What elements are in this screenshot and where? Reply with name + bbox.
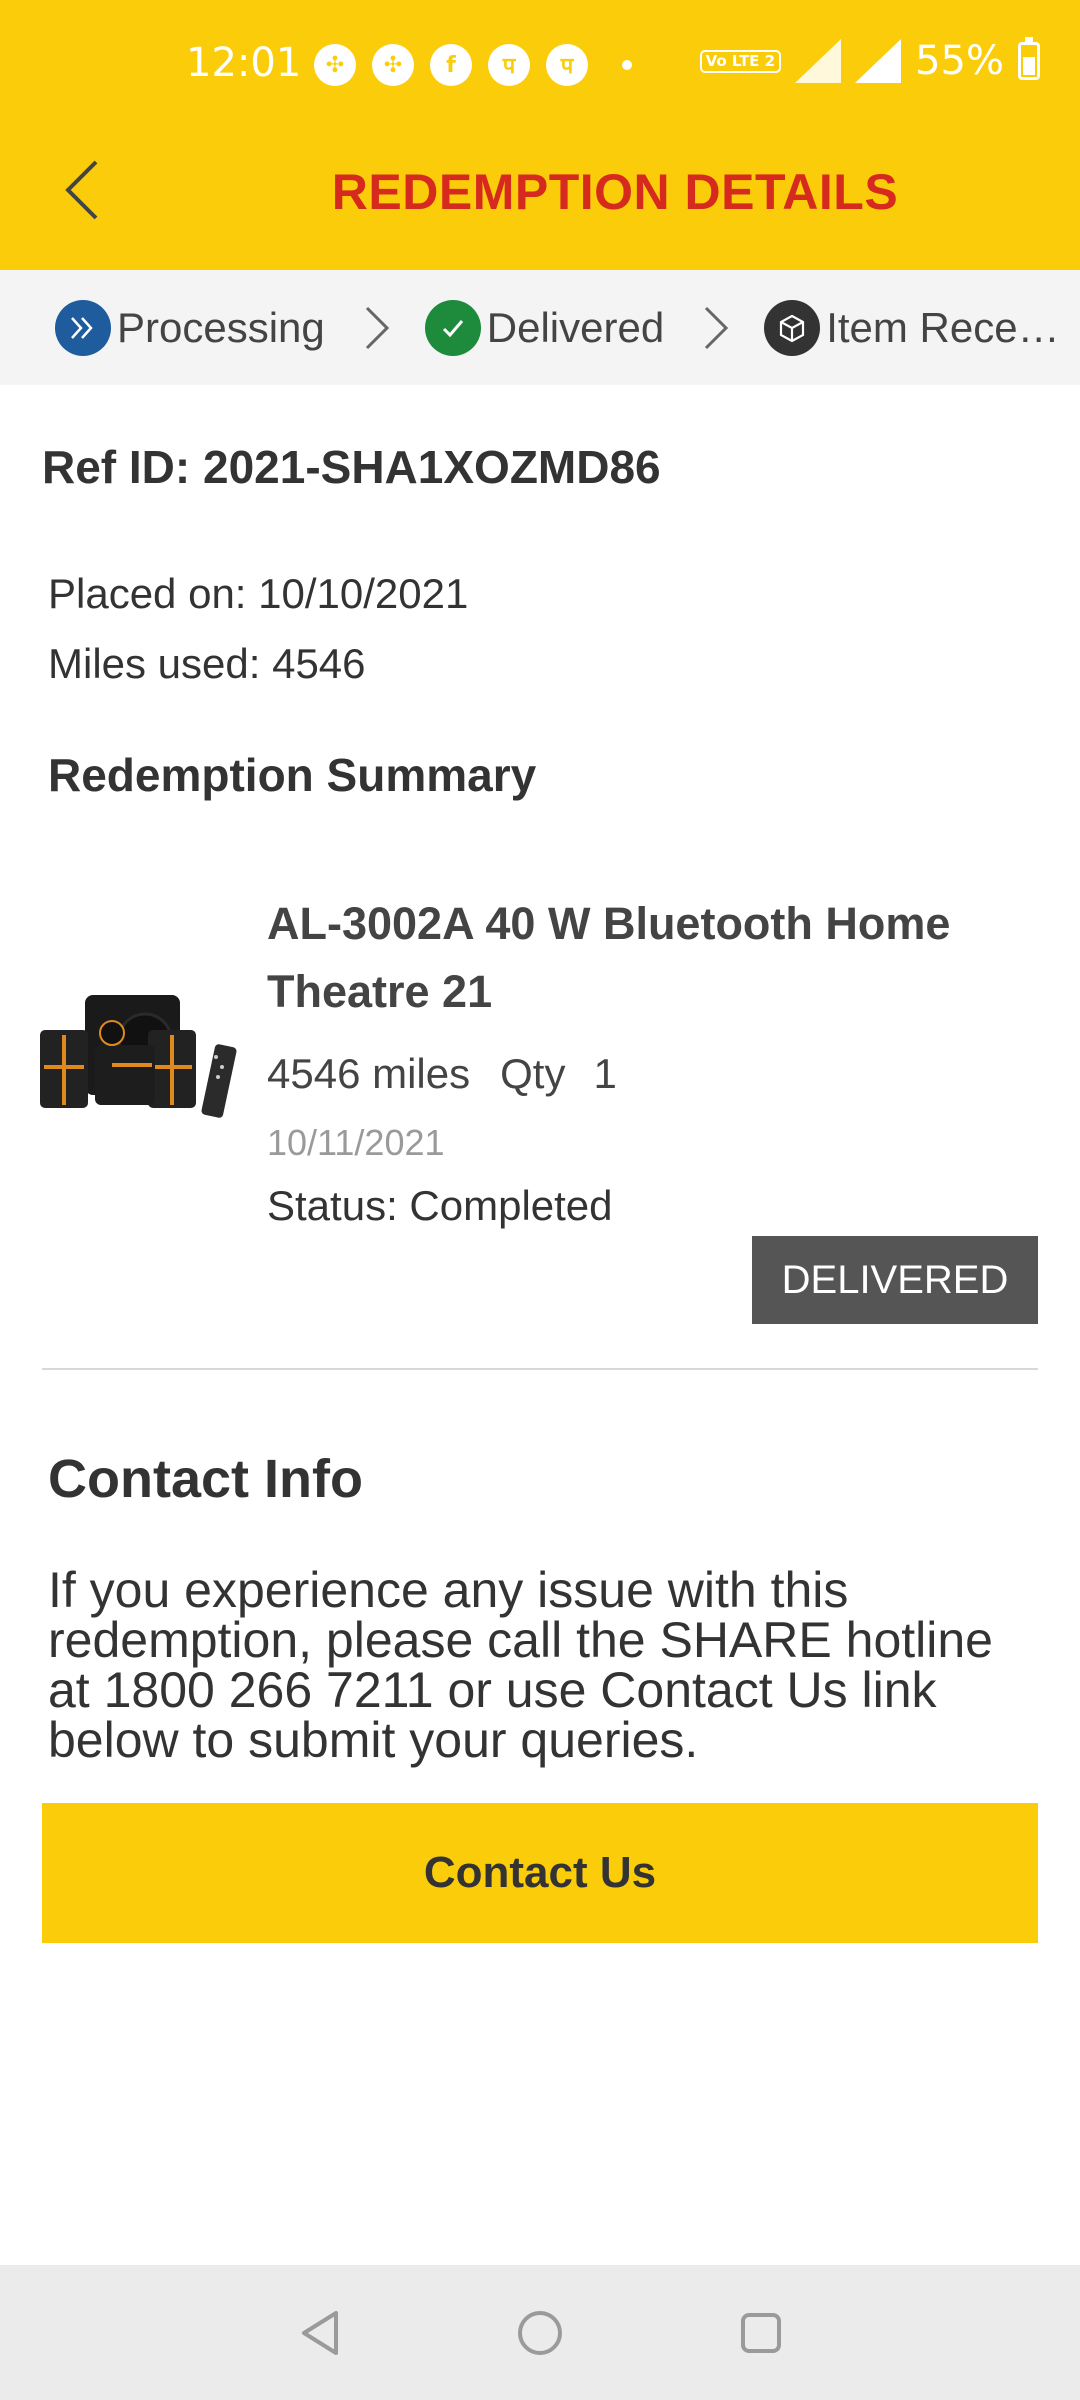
- ref-id: Ref ID: 2021-SHA1XOZMD86: [42, 441, 661, 493]
- item-status: Status: Completed: [267, 1182, 613, 1229]
- item-miles: 4546 miles: [267, 1050, 471, 1097]
- product-image: [40, 995, 237, 1118]
- summary-heading: Redemption Summary: [48, 749, 537, 801]
- status-time: 12:01: [186, 40, 302, 86]
- qty-label: Qty: [500, 1050, 566, 1097]
- contact-text: If you experience any issue with this re…: [48, 1562, 993, 1768]
- pinwheel-icon: ✣: [314, 44, 356, 86]
- miles-used: Miles used: 4546: [48, 640, 366, 687]
- battery-percent: 55%: [915, 38, 1004, 84]
- step-processing: Processing: [55, 299, 325, 356]
- divider: [42, 1368, 1038, 1370]
- notification-icons: ✣ ✣ f प प: [314, 44, 632, 86]
- page-title: REDEMPTION DETAILS: [331, 164, 899, 220]
- qty-value: 1: [593, 1050, 617, 1097]
- nav-recents-button[interactable]: [731, 2303, 791, 2363]
- dot-icon: [622, 60, 632, 70]
- pinwheel-icon: ✣: [372, 44, 414, 86]
- system-nav-bar: [0, 2265, 1080, 2400]
- system-indicators: Vo LTE 2 55%: [699, 37, 1040, 84]
- contact-heading: Contact Info: [48, 1449, 363, 1509]
- home-circle-icon: [518, 2311, 562, 2355]
- contact-us-button[interactable]: Contact Us: [42, 1803, 1038, 1943]
- nav-back-button[interactable]: [292, 2303, 352, 2363]
- battery-icon: [1018, 37, 1040, 80]
- status-badge: DELIVERED: [752, 1236, 1038, 1324]
- back-triangle-icon: [302, 2311, 338, 2355]
- signal-4g-icon: [795, 39, 842, 83]
- nav-home-button[interactable]: [510, 2303, 570, 2363]
- recents-square-icon: [741, 2313, 781, 2353]
- status-bar: 12:01 ✣ ✣ f प प Vo LTE 2 55%: [0, 0, 1080, 130]
- phonepe-icon: प: [546, 44, 588, 86]
- item-date: 10/11/2021: [267, 1122, 445, 1163]
- phonepe-icon: प: [488, 44, 530, 86]
- item-qty: Qty 1: [500, 1050, 617, 1098]
- check-icon: [424, 299, 481, 356]
- product-meta: 4546 miles Qty 1: [267, 1050, 617, 1098]
- chevron-right-icon: [365, 306, 389, 349]
- placed-on: Placed on: 10/10/2021: [48, 570, 469, 617]
- signal-icon: [855, 39, 902, 83]
- double-chevron-right-icon: [55, 299, 111, 356]
- step-label: Delivered: [486, 303, 665, 351]
- chevron-right-icon: [705, 306, 729, 349]
- step-delivered: Delivered: [424, 299, 665, 356]
- facebook-icon: f: [430, 44, 472, 86]
- product-name: AL-3002A 40 W Bluetooth Home Theatre 21: [267, 898, 951, 1017]
- volte-icon: Vo LTE 2: [699, 49, 782, 73]
- box-icon: [764, 299, 821, 356]
- status-stepper: Processing Delivered Item Rece…: [0, 270, 1080, 385]
- step-label: Item Rece…: [826, 303, 1060, 351]
- step-item-received: Item Rece…: [764, 299, 1060, 356]
- header-bar: 12:01 ✣ ✣ f प प Vo LTE 2 55% REDEMPTION …: [0, 0, 1080, 270]
- step-label: Processing: [117, 303, 325, 351]
